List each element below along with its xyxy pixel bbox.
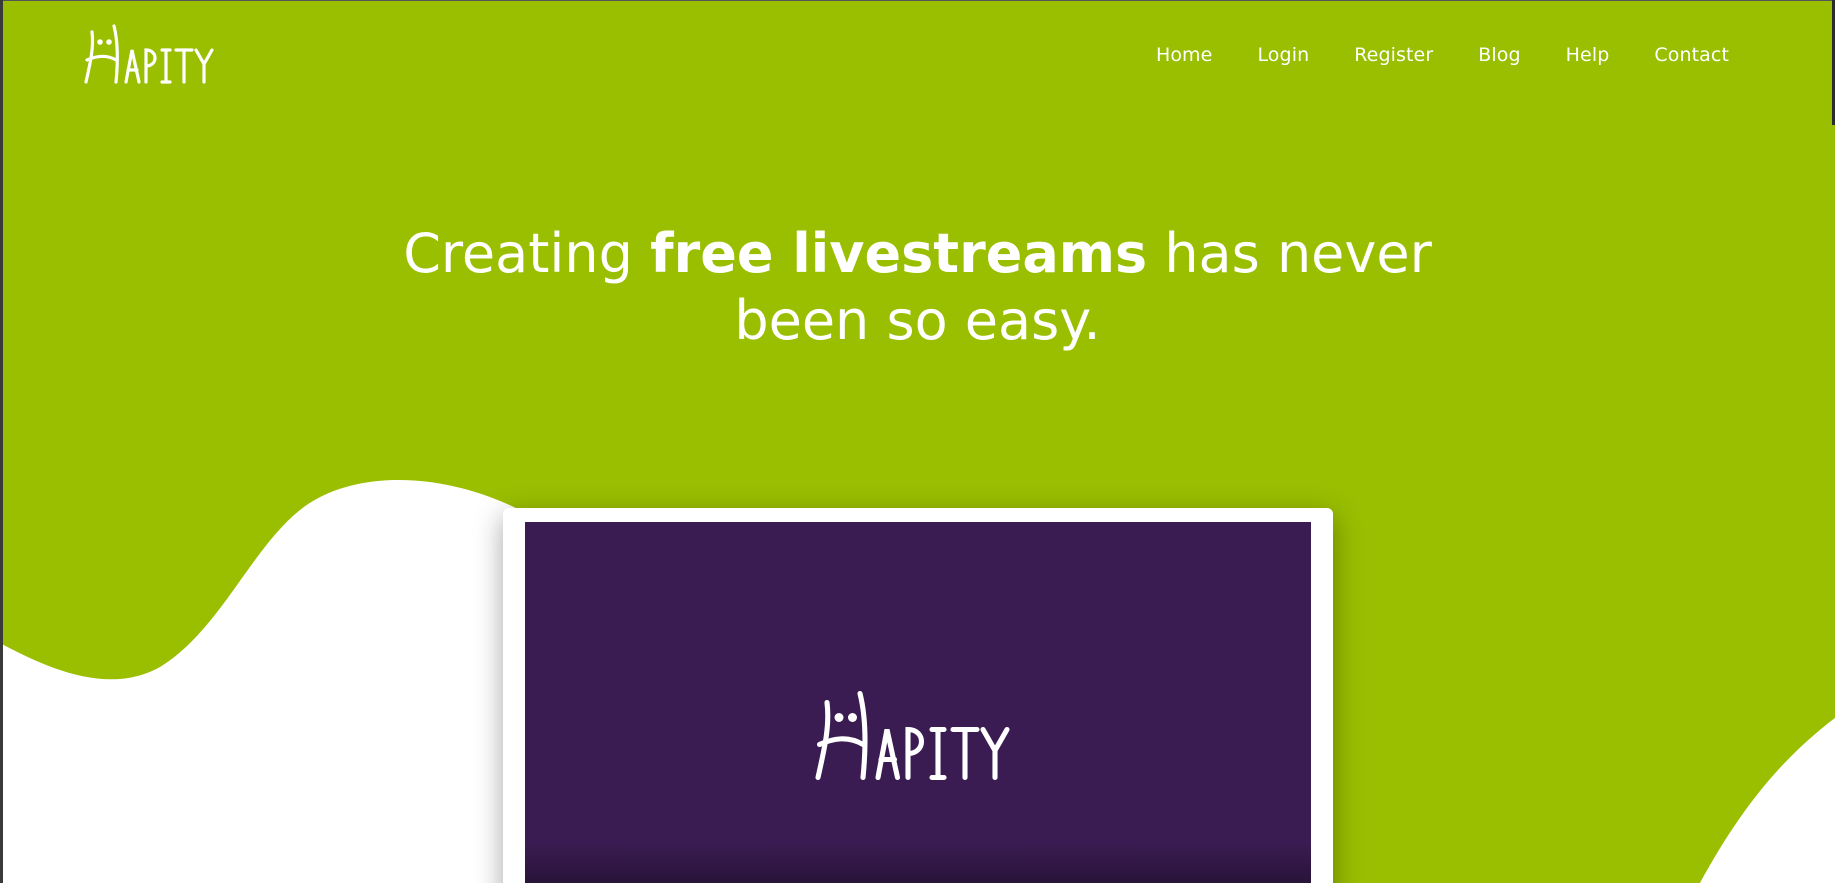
video-player[interactable]: [525, 522, 1311, 883]
nav-register[interactable]: Register: [1354, 44, 1433, 66]
nav-contact[interactable]: Contact: [1654, 44, 1729, 66]
video-frame: [503, 508, 1333, 883]
hero-title-line2: been so easy.: [734, 289, 1101, 352]
hero-title-part1: Creating: [403, 222, 651, 285]
video-hapity-logo-icon: [815, 690, 1010, 781]
page: Home Login Register Blog Help Contact Cr…: [0, 0, 1835, 883]
window-left-border: [0, 0, 3, 883]
hero-title-part2: has never: [1147, 222, 1432, 285]
hero-title-bold: free livestreams: [650, 222, 1148, 285]
site-logo[interactable]: [84, 20, 224, 90]
nav-login[interactable]: Login: [1257, 44, 1309, 66]
main-nav: Home Login Register Blog Help Contact: [1111, 44, 1729, 66]
hero-title: Creating free livestreams has never been…: [0, 220, 1835, 354]
nav-blog[interactable]: Blog: [1478, 44, 1520, 66]
nav-home[interactable]: Home: [1156, 44, 1213, 66]
hapity-logo-icon: [84, 24, 214, 84]
window-top-border: [0, 0, 1835, 1]
nav-help[interactable]: Help: [1566, 44, 1610, 66]
hero-title-line1: Creating free livestreams has never: [0, 220, 1835, 287]
